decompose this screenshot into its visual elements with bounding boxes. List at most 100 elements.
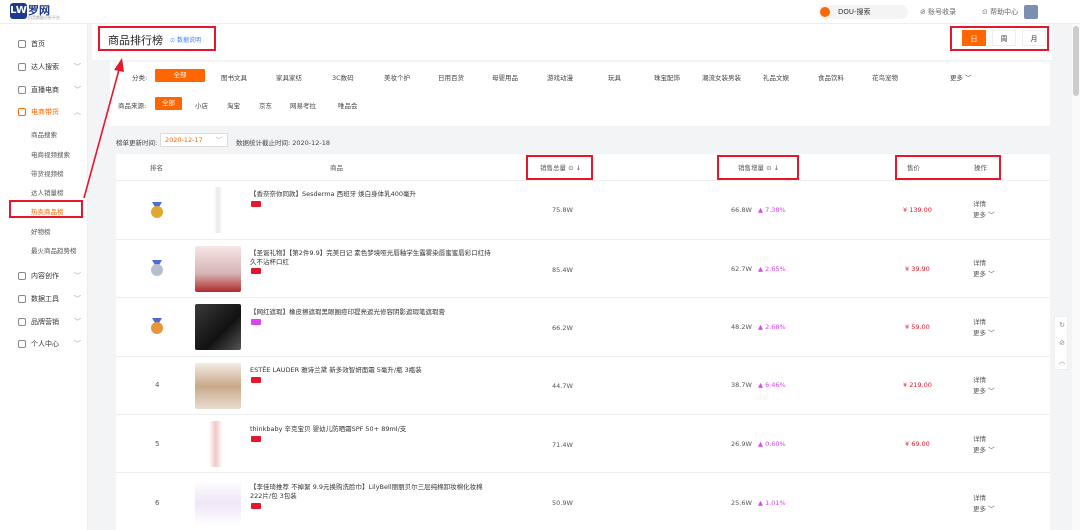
product-name[interactable]: ESTĒE LAUDER 雅诗兰黛 新多效智妍面霜 5毫升/瓶 3瓶装 xyxy=(250,366,495,375)
sidebar-item-content[interactable]: 内容创作 ﹀ xyxy=(0,267,88,285)
dou-search-button[interactable]: DOU-搜索 xyxy=(818,5,908,19)
compass-icon[interactable]: ⊘ xyxy=(1058,339,1066,347)
sidebar-item-influencer-search[interactable]: 达人搜索 ﹀ xyxy=(0,58,88,76)
product-name[interactable]: 【李佳琦推荐 不掉絮 9.9元换购洗脸巾】LilyBell丽丽贝尔三层纯棉卸妆棉… xyxy=(250,483,495,501)
sub-item-good-products[interactable]: 好物榜 xyxy=(31,226,51,236)
top-bar: LW 罗网 抖音数据分析平台 DOU-搜索 ⊘ 账号收录 ⊙ 帮助中心 xyxy=(0,0,1080,24)
category-fashion[interactable]: 潮流女装男装 xyxy=(702,72,741,82)
source-label: 商品来源: xyxy=(118,102,147,110)
sidebar-item-label: 内容创作 xyxy=(31,272,59,280)
total-sales: 66.2W xyxy=(552,324,573,332)
category-pets[interactable]: 花鸟宠物 xyxy=(872,72,898,82)
sidebar-item-label: 电商带货 xyxy=(31,108,59,116)
category-games[interactable]: 游戏动漫 xyxy=(547,72,573,82)
tools-icon xyxy=(18,295,26,303)
detail-link[interactable]: 详情 xyxy=(973,258,986,269)
detail-link[interactable]: 详情 xyxy=(973,199,986,210)
more-link[interactable]: 更多 ﹀ xyxy=(973,445,995,456)
sidebar-item-ecommerce[interactable]: 电商带货 ︿ xyxy=(0,103,88,121)
product-name[interactable]: 【香奈奈你同款】Sesderma 西班牙 焕白身体乳400毫升 xyxy=(250,190,495,199)
product-name[interactable]: thinkbaby 辛克宝贝 婴幼儿防晒霜SPF 50+ 89ml/支 xyxy=(250,425,495,434)
period-week-button[interactable]: 周 xyxy=(992,30,1016,46)
sales-increment: 48.2W xyxy=(731,323,752,331)
sub-item-product-search[interactable]: 商品搜索 xyxy=(31,129,57,139)
sidebar-item-live-commerce[interactable]: 直播电商 ﹀ xyxy=(0,81,88,99)
sidebar-item-tools[interactable]: 数据工具 ﹀ xyxy=(0,290,88,308)
stat-cutoff: 数据统计截止时间: 2020-12-18 xyxy=(236,139,331,147)
account-link[interactable]: ⊘ 账号收录 xyxy=(920,7,956,17)
sidebar-item-profile[interactable]: 个人中心 ﹀ xyxy=(0,335,88,353)
sub-item-trend[interactable]: 最火商品趋势榜 xyxy=(31,245,77,255)
product-image[interactable] xyxy=(195,304,241,350)
growth-rate: ▲ 0.60% xyxy=(758,440,786,448)
more-link[interactable]: 更多 ﹀ xyxy=(973,504,995,515)
category-books[interactable]: 图书文具 xyxy=(221,72,247,82)
product-name[interactable]: 【圣诞礼物】【第2件9.9】完美日记 素色梦境哑光唇釉学生露雾染唇蜜蜜唇彩口红持… xyxy=(250,249,495,267)
sidebar-item-home[interactable]: 首页 xyxy=(0,35,88,53)
growth-rate: ▲ 2.65% xyxy=(758,265,786,273)
price: ¥ 39.90 xyxy=(905,265,930,273)
detail-link[interactable]: 详情 xyxy=(973,493,986,504)
more-link[interactable]: 更多 ﹀ xyxy=(973,269,995,280)
sub-item-influencer-sales[interactable]: 达人销量榜 xyxy=(31,187,64,197)
chevron-down-icon: ﹀ xyxy=(74,63,81,71)
detail-link[interactable]: 详情 xyxy=(973,434,986,445)
account-link-label: 账号收录 xyxy=(928,8,957,16)
source-vip[interactable]: 唯品会 xyxy=(338,100,358,110)
period-month-button[interactable]: 月 xyxy=(1022,30,1046,46)
period-day-button[interactable]: 日 xyxy=(962,30,986,46)
source-kaola[interactable]: 网易考拉 xyxy=(290,100,316,110)
source-taobao[interactable]: 淘宝 xyxy=(227,100,240,110)
source-jd[interactable]: 京东 xyxy=(259,100,272,110)
sub-item-video-search[interactable]: 电商视频搜索 xyxy=(31,149,70,159)
row-divider xyxy=(116,180,1050,181)
sidebar-item-brand[interactable]: 品牌营销 ﹀ xyxy=(0,313,88,331)
logo[interactable]: LW 罗网 抖音数据分析平台 xyxy=(10,3,70,21)
category-more[interactable]: 更多 ﹀ xyxy=(950,72,972,82)
refresh-icon[interactable]: ↻ xyxy=(1058,321,1066,329)
back-to-top-icon[interactable]: ︿ xyxy=(1058,357,1066,365)
chevron-down-icon: ﹀ xyxy=(74,318,81,326)
source-shop[interactable]: 小店 xyxy=(195,100,208,110)
source-all[interactable]: 全部 xyxy=(155,97,182,110)
scrollbar[interactable] xyxy=(1072,24,1080,530)
data-explain-link[interactable]: ⊙ 数据说明 xyxy=(170,35,201,44)
more-link[interactable]: 更多 ﹀ xyxy=(973,386,995,397)
sub-item-video-rank[interactable]: 带货视频榜 xyxy=(31,168,64,178)
sidebar-item-label: 达人搜索 xyxy=(31,63,59,71)
help-icon: ⊙ xyxy=(568,164,574,172)
help-link-label: 帮助中心 xyxy=(990,8,1019,16)
col-sales-growth[interactable]: 销售增量 ⊙ ↓ xyxy=(738,162,779,172)
avatar[interactable] xyxy=(1024,5,1038,19)
update-date-select[interactable]: 2020-12-17 ﹀ xyxy=(160,133,228,147)
product-image[interactable] xyxy=(195,421,241,467)
category-furniture[interactable]: 家具家纺 xyxy=(276,72,302,82)
col-op: 操作 xyxy=(974,164,987,172)
help-link[interactable]: ⊙ 帮助中心 xyxy=(982,7,1018,17)
product-name[interactable]: 【网红遮瑕】橡皮擦遮瑕黑眼圈痘印提亮遮光修容阴影遮瑕笔遮瑕膏 xyxy=(250,308,495,317)
category-daily[interactable]: 日用百货 xyxy=(438,72,464,82)
category-gifts[interactable]: 礼品文娱 xyxy=(763,72,789,82)
detail-link[interactable]: 详情 xyxy=(973,375,986,386)
product-image[interactable] xyxy=(195,246,241,292)
col-total-sales[interactable]: 销售总量 ⊙ ↓ xyxy=(540,162,581,172)
product-image[interactable] xyxy=(195,363,241,409)
category-jewelry[interactable]: 珠宝配饰 xyxy=(654,72,680,82)
more-link[interactable]: 更多 ﹀ xyxy=(973,210,995,221)
more-link[interactable]: 更多 ﹀ xyxy=(973,328,995,339)
more-link-label: 更多 xyxy=(973,446,986,454)
category-baby[interactable]: 母婴用品 xyxy=(492,72,518,82)
category-digital[interactable]: 3C数码 xyxy=(332,72,354,82)
product-image[interactable] xyxy=(195,187,241,233)
product-image[interactable] xyxy=(195,480,241,526)
detail-link[interactable]: 详情 xyxy=(973,317,986,328)
category-food[interactable]: 食品饮料 xyxy=(818,72,844,82)
category-all[interactable]: 全部 xyxy=(155,69,205,82)
chevron-down-icon: ﹀ xyxy=(988,387,995,395)
tv-icon xyxy=(18,86,26,94)
col-total-sales-label: 销售总量 xyxy=(540,164,566,172)
category-beauty[interactable]: 美妆个护 xyxy=(384,72,410,82)
scroll-thumb[interactable] xyxy=(1073,26,1079,96)
category-toys[interactable]: 玩具 xyxy=(608,72,621,82)
sales-increment: 66.8W xyxy=(731,206,752,214)
